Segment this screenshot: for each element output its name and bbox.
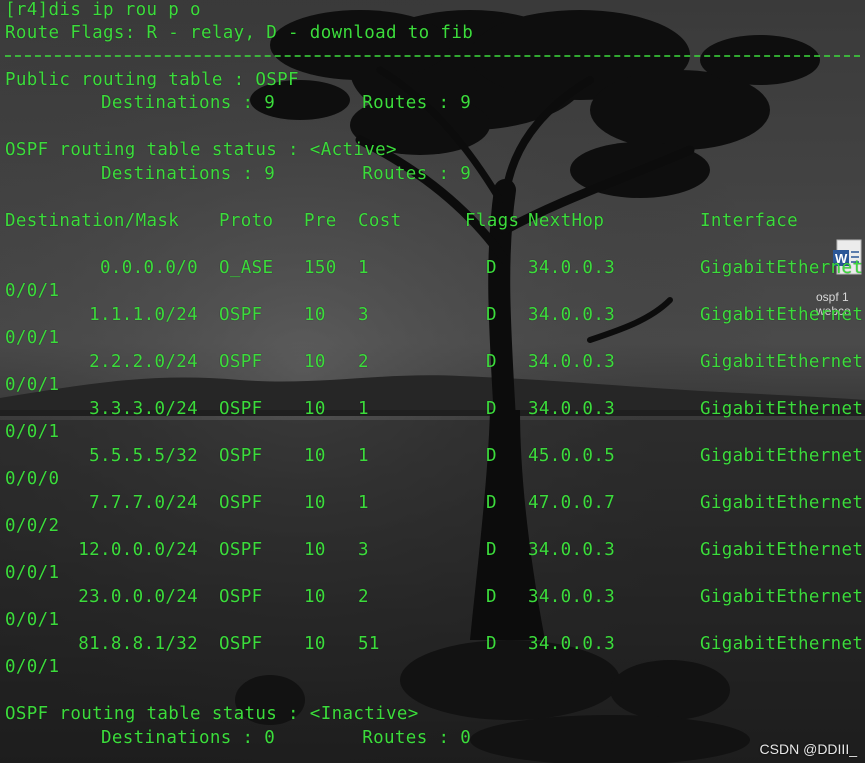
- route-nexthop: 34.0.0.3: [528, 587, 616, 607]
- route-flag: D: [486, 587, 497, 607]
- active-status-counts: Destinations : 9 Routes : 9: [101, 164, 472, 184]
- route-pre: 10: [304, 446, 326, 466]
- route-proto: O_ASE: [219, 258, 274, 278]
- route-flags-legend: Route Flags: R - relay, D - download to …: [5, 23, 474, 43]
- route-interface-port: 0/0/0: [5, 469, 60, 489]
- route-interface-port: 0/0/1: [5, 610, 60, 630]
- inactive-status-counts: Destinations : 0 Routes : 0: [101, 728, 472, 748]
- route-interface-port: 0/0/1: [5, 563, 60, 583]
- route-cost: 1: [358, 258, 369, 278]
- route-flag: D: [486, 305, 497, 325]
- watermark: CSDN @DDIII_: [759, 741, 857, 757]
- route-destination: 81.8.8.1/32: [78, 634, 198, 654]
- route-destination: 0.0.0.0/0: [100, 258, 198, 278]
- route-proto: OSPF: [219, 352, 263, 372]
- route-cost: 3: [358, 305, 369, 325]
- route-cost: 1: [358, 493, 369, 513]
- route-destination: 1.1.1.0/24: [89, 305, 198, 325]
- route-destination: 2.2.2.0/24: [89, 352, 198, 372]
- route-pre: 10: [304, 352, 326, 372]
- route-destination: 3.3.3.0/24: [89, 399, 198, 419]
- route-nexthop: 45.0.0.5: [528, 446, 616, 466]
- route-interface-port: 0/0/1: [5, 375, 60, 395]
- route-interface: GigabitEthernet: [700, 634, 864, 654]
- route-pre: 10: [304, 540, 326, 560]
- route-cost: 2: [358, 587, 369, 607]
- route-destination: 7.7.7.0/24: [89, 493, 198, 513]
- route-interface: GigabitEthernet: [700, 446, 864, 466]
- route-flag: D: [486, 540, 497, 560]
- column-header-interface: Interface: [700, 211, 798, 231]
- route-interface: GigabitEthernet: [700, 352, 864, 372]
- route-interface: GigabitEthernet: [700, 540, 864, 560]
- route-cost: 1: [358, 399, 369, 419]
- column-header-flags: Flags: [465, 211, 520, 231]
- route-interface: GigabitEthernet: [700, 587, 864, 607]
- route-interface: GigabitEthernet: [700, 399, 864, 419]
- route-pre: 10: [304, 587, 326, 607]
- column-header-cost: Cost: [358, 211, 402, 231]
- route-proto: OSPF: [219, 634, 263, 654]
- route-proto: OSPF: [219, 399, 263, 419]
- route-pre: 150: [304, 258, 337, 278]
- route-flag: D: [486, 352, 497, 372]
- route-proto: OSPF: [219, 493, 263, 513]
- route-cost: 51: [358, 634, 380, 654]
- route-pre: 10: [304, 305, 326, 325]
- route-nexthop: 34.0.0.3: [528, 634, 616, 654]
- route-proto: OSPF: [219, 305, 263, 325]
- route-proto: OSPF: [219, 540, 263, 560]
- route-pre: 10: [304, 399, 326, 419]
- column-header-nexthop: NextHop: [528, 211, 605, 231]
- route-flag: D: [486, 399, 497, 419]
- route-cost: 2: [358, 352, 369, 372]
- route-cost: 3: [358, 540, 369, 560]
- route-flag: D: [486, 634, 497, 654]
- route-interface-port: 0/0/1: [5, 422, 60, 442]
- public-table-header: Public routing table : OSPF: [5, 70, 299, 90]
- route-nexthop: 34.0.0.3: [528, 540, 616, 560]
- route-flag: D: [486, 493, 497, 513]
- column-header-proto: Proto: [219, 211, 274, 231]
- route-nexthop: 34.0.0.3: [528, 305, 616, 325]
- route-interface-port: 0/0/1: [5, 281, 60, 301]
- public-table-counts: Destinations : 9 Routes : 9: [101, 93, 472, 113]
- column-header-pre: Pre: [304, 211, 337, 231]
- active-status-header: OSPF routing table status : <Active>: [5, 140, 397, 160]
- route-nexthop: 34.0.0.3: [528, 258, 616, 278]
- route-flag: D: [486, 258, 497, 278]
- route-cost: 1: [358, 446, 369, 466]
- inactive-status-header: OSPF routing table status : <Inactive>: [5, 704, 419, 724]
- route-interface-port: 0/0/1: [5, 657, 60, 677]
- command-prompt-line: [r4]dis ip rou p o: [5, 0, 201, 20]
- route-interface-port: 0/0/1: [5, 328, 60, 348]
- route-nexthop: 34.0.0.3: [528, 399, 616, 419]
- route-pre: 10: [304, 493, 326, 513]
- route-pre: 10: [304, 634, 326, 654]
- route-destination: 12.0.0.0/24: [78, 540, 198, 560]
- route-nexthop: 47.0.0.7: [528, 493, 616, 513]
- route-interface-port: 0/0/2: [5, 516, 60, 536]
- route-interface: GigabitEthernet: [700, 493, 864, 513]
- route-destination: 23.0.0.0/24: [78, 587, 198, 607]
- separator-line: [5, 55, 860, 57]
- route-flag: D: [486, 446, 497, 466]
- column-header-destination: Destination/Mask: [5, 211, 180, 231]
- route-proto: OSPF: [219, 587, 263, 607]
- route-interface: GigabitEthernet: [700, 258, 864, 278]
- route-proto: OSPF: [219, 446, 263, 466]
- route-destination: 5.5.5.5/32: [89, 446, 198, 466]
- route-interface: GigabitEthernet: [700, 305, 864, 325]
- route-nexthop: 34.0.0.3: [528, 352, 616, 372]
